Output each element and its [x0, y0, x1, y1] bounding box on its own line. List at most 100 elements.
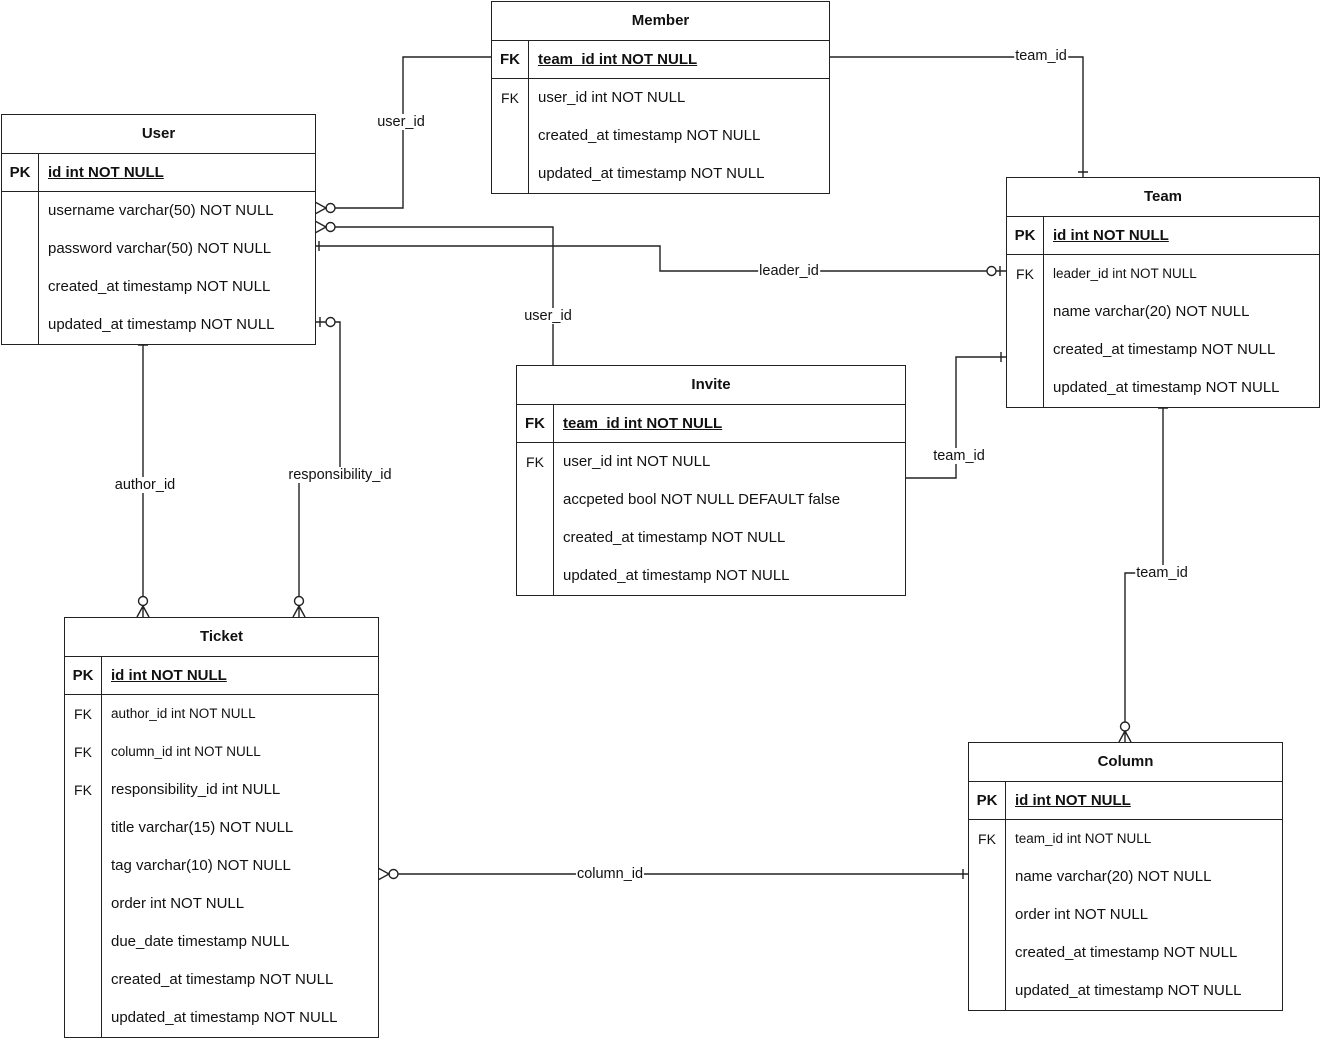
field-list: FK user_id int NOT NULL created_at times…	[492, 79, 829, 193]
field-row[interactable]: FK responsibility_id int NULL	[65, 771, 378, 809]
field-list: FK author_id int NOT NULL FK column_id i…	[65, 695, 378, 1037]
field-row[interactable]: updated_at timestamp NOT NULL	[1007, 369, 1319, 407]
field-row[interactable]: title varchar(15) NOT NULL	[65, 809, 378, 847]
key-badge: PK	[969, 782, 1006, 819]
field-text: id int NOT NULL	[1015, 792, 1131, 809]
key-badge: FK	[517, 443, 554, 481]
zero-marker	[986, 265, 997, 277]
entity-column[interactable]: Column PK id int NOT NULL FK team_id int…	[968, 742, 1283, 1011]
field-row[interactable]: FK user_id int NOT NULL	[517, 443, 905, 481]
key-badge	[492, 117, 529, 155]
primary-key-row[interactable]: FK team_id int NOT NULL	[517, 405, 905, 443]
key-badge	[969, 972, 1006, 1010]
key-badge	[65, 923, 102, 961]
field-text: team_id int NOT NULL	[538, 51, 698, 68]
entity-title: Member	[492, 2, 829, 41]
entity-title: User	[2, 115, 315, 154]
key-badge	[517, 481, 554, 519]
entity-title: Invite	[517, 366, 905, 405]
entity-team[interactable]: Team PK id int NOT NULL FK leader_id int…	[1006, 177, 1320, 408]
zero-marker	[137, 595, 149, 607]
field-row[interactable]: name varchar(20) NOT NULL	[1007, 293, 1319, 331]
zero-marker	[1119, 721, 1131, 732]
field-row[interactable]: updated_at timestamp NOT NULL	[517, 557, 905, 595]
field-text: column_id int NOT NULL	[111, 744, 261, 759]
field-row[interactable]: tag varchar(10) NOT NULL	[65, 847, 378, 885]
field-row[interactable]: accpeted bool NOT NULL DEFAULT false	[517, 481, 905, 519]
key-badge	[65, 809, 102, 847]
field-row[interactable]: password varchar(50) NOT NULL	[2, 230, 315, 268]
field-text: updated_at timestamp NOT NULL	[48, 316, 275, 333]
field-text: accpeted bool NOT NULL DEFAULT false	[563, 491, 841, 508]
field-row[interactable]: updated_at timestamp NOT NULL	[65, 999, 378, 1037]
field-text: order int NOT NULL	[1015, 906, 1149, 923]
field-row[interactable]: FK leader_id int NOT NULL	[1007, 255, 1319, 293]
field-row[interactable]: order int NOT NULL	[969, 896, 1282, 934]
key-badge	[2, 306, 39, 344]
key-badge: FK	[1007, 255, 1044, 293]
field-text: updated_at timestamp NOT NULL	[111, 1009, 338, 1026]
primary-key-row[interactable]: PK id int NOT NULL	[1007, 217, 1319, 255]
key-badge	[65, 999, 102, 1037]
field-row[interactable]: FK author_id int NOT NULL	[65, 695, 378, 733]
field-row[interactable]: updated_at timestamp NOT NULL	[969, 972, 1282, 1010]
field-text: team_id int NOT NULL	[1015, 831, 1152, 846]
field-text: id int NOT NULL	[1053, 227, 1169, 244]
key-badge: FK	[517, 405, 554, 442]
field-text: name varchar(20) NOT NULL	[1053, 303, 1250, 320]
field-text: username varchar(50) NOT NULL	[48, 202, 274, 219]
field-row[interactable]: updated_at timestamp NOT NULL	[492, 155, 829, 193]
field-row[interactable]: created_at timestamp NOT NULL	[2, 268, 315, 306]
field-row[interactable]: order int NOT NULL	[65, 885, 378, 923]
primary-key-row[interactable]: FK team_id int NOT NULL	[492, 41, 829, 79]
key-badge	[1007, 331, 1044, 369]
field-text: updated_at timestamp NOT NULL	[1053, 379, 1280, 396]
key-badge	[517, 557, 554, 595]
field-row[interactable]: username varchar(50) NOT NULL	[2, 192, 315, 230]
key-badge: PK	[2, 154, 39, 191]
key-badge: FK	[65, 733, 102, 771]
field-row[interactable]: created_at timestamp NOT NULL	[969, 934, 1282, 972]
entity-user[interactable]: User PK id int NOT NULL username varchar…	[1, 114, 316, 345]
key-badge: FK	[492, 79, 529, 117]
field-text: leader_id int NOT NULL	[1053, 266, 1197, 281]
primary-key-row[interactable]: PK id int NOT NULL	[969, 782, 1282, 820]
field-text: id int NOT NULL	[48, 164, 164, 181]
field-text: password varchar(50) NOT NULL	[48, 240, 272, 257]
field-list: FK user_id int NOT NULL accpeted bool NO…	[517, 443, 905, 595]
field-row[interactable]: created_at timestamp NOT NULL	[65, 961, 378, 999]
entity-member[interactable]: Member FK team_id int NOT NULL FK user_i…	[491, 1, 830, 194]
field-text: order int NOT NULL	[111, 895, 245, 912]
entity-title: Column	[969, 743, 1282, 782]
key-badge	[969, 934, 1006, 972]
field-text: responsibility_id int NULL	[111, 781, 281, 798]
key-badge: FK	[65, 695, 102, 733]
relation-label: leader_id	[758, 263, 820, 279]
field-text: created_at timestamp NOT NULL	[538, 127, 761, 144]
key-badge: PK	[1007, 217, 1044, 254]
entity-ticket[interactable]: Ticket PK id int NOT NULL FK author_id i…	[64, 617, 379, 1038]
field-row[interactable]: FK user_id int NOT NULL	[492, 79, 829, 117]
field-row[interactable]: due_date timestamp NULL	[65, 923, 378, 961]
field-row[interactable]: name varchar(20) NOT NULL	[969, 858, 1282, 896]
field-row[interactable]: created_at timestamp NOT NULL	[1007, 331, 1319, 369]
field-text: created_at timestamp NOT NULL	[1015, 944, 1238, 961]
key-badge	[969, 858, 1006, 896]
field-row[interactable]: created_at timestamp NOT NULL	[492, 117, 829, 155]
field-row[interactable]: FK column_id int NOT NULL	[65, 733, 378, 771]
field-row[interactable]: created_at timestamp NOT NULL	[517, 519, 905, 557]
primary-key-row[interactable]: PK id int NOT NULL	[2, 154, 315, 192]
relation-line-member-team	[830, 56, 1088, 177]
relation-label: team_id	[932, 448, 986, 464]
key-badge	[969, 896, 1006, 934]
key-badge	[65, 961, 102, 999]
primary-key-row[interactable]: PK id int NOT NULL	[65, 657, 378, 695]
relation-line-ticket-column	[377, 867, 968, 881]
field-text: created_at timestamp NOT NULL	[1053, 341, 1276, 358]
field-list: FK leader_id int NOT NULL name varchar(2…	[1007, 255, 1319, 407]
key-badge	[1007, 293, 1044, 331]
entity-invite[interactable]: Invite FK team_id int NOT NULL FK user_i…	[516, 365, 906, 596]
field-row[interactable]: updated_at timestamp NOT NULL	[2, 306, 315, 344]
key-badge	[2, 192, 39, 230]
field-row[interactable]: FK team_id int NOT NULL	[969, 820, 1282, 858]
